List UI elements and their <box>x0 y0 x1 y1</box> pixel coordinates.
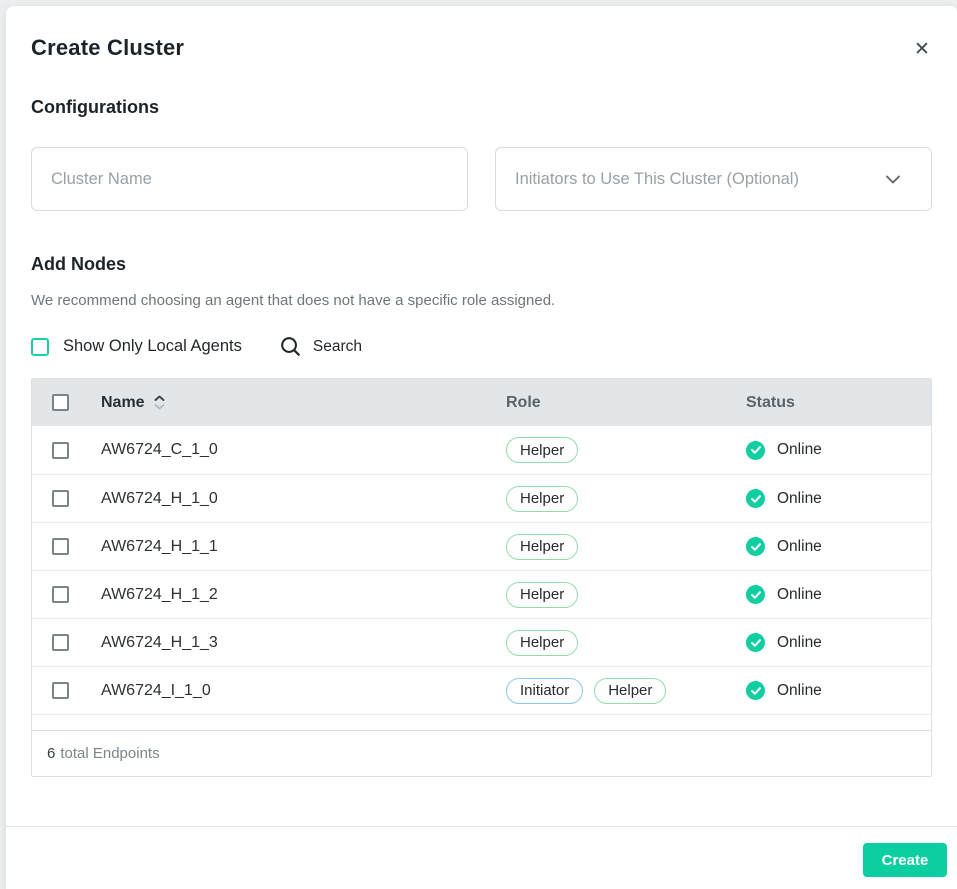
row-checkbox[interactable] <box>52 634 69 651</box>
status-cell: Online <box>746 537 931 556</box>
node-name: AW6724_C_1_0 <box>101 441 506 459</box>
role-cell: Helper <box>506 486 746 512</box>
chevron-down-icon <box>886 175 900 184</box>
row-checkbox-cell <box>32 682 101 699</box>
role-column-header: Role <box>506 394 746 412</box>
table-row: AW6724_H_1_0Helper Online <box>32 474 931 522</box>
role-badge-helper: Helper <box>506 534 578 560</box>
role-cell: Helper <box>506 534 746 560</box>
status-text: Online <box>777 441 822 459</box>
row-checkbox[interactable] <box>52 490 69 507</box>
role-badge-helper: Helper <box>506 486 578 512</box>
create-button[interactable]: Create <box>863 843 947 877</box>
endpoint-count: 6 <box>47 745 55 762</box>
status-text: Online <box>777 586 822 604</box>
online-check-icon <box>746 633 765 652</box>
table-footer: 6 total Endpoints <box>32 730 931 776</box>
table-row: AW6724_H_1_1Helper Online <box>32 522 931 570</box>
initiators-dropdown[interactable]: Initiators to Use This Cluster (Optional… <box>495 147 932 211</box>
modal-title: Create Cluster <box>31 35 932 61</box>
status-cell: Online <box>746 681 931 700</box>
name-column-header[interactable]: Name <box>101 394 506 412</box>
online-check-icon <box>746 441 765 460</box>
role-cell: Helper <box>506 582 746 608</box>
role-cell: Helper <box>506 630 746 656</box>
status-column-header: Status <box>746 394 931 412</box>
table-body: AW6724_C_1_0HelperOnlineAW6724_H_1_0Help… <box>32 426 931 714</box>
footer-divider <box>6 826 957 827</box>
role-badge-initiator: Initiator <box>506 678 583 704</box>
status-cell: Online <box>746 441 931 460</box>
node-name: AW6724_H_1_0 <box>101 490 506 508</box>
row-checkbox[interactable] <box>52 586 69 603</box>
node-name: AW6724_H_1_3 <box>101 634 506 652</box>
row-checkbox[interactable] <box>52 682 69 699</box>
online-check-icon <box>746 537 765 556</box>
show-only-local-agents-checkbox[interactable] <box>31 338 49 356</box>
online-check-icon <box>746 585 765 604</box>
table-row: AW6724_C_1_0Helper Online <box>32 426 931 474</box>
configurations-heading: Configurations <box>31 97 932 118</box>
table-header-row: Name Role Status <box>32 379 931 426</box>
status-text: Online <box>777 538 822 556</box>
search-label: Search <box>313 338 362 356</box>
status-text: Online <box>777 682 822 700</box>
select-all-checkbox[interactable] <box>52 394 69 411</box>
show-only-local-agents-label[interactable]: Show Only Local Agents <box>63 337 242 356</box>
node-name: AW6724_H_1_2 <box>101 586 506 604</box>
row-checkbox-cell <box>32 538 101 555</box>
cluster-name-input[interactable] <box>31 147 468 211</box>
close-icon: ✕ <box>914 39 930 60</box>
initiators-dropdown-label: Initiators to Use This Cluster (Optional… <box>515 170 799 189</box>
role-badge-helper: Helper <box>506 582 578 608</box>
search-icon <box>280 336 301 357</box>
row-checkbox-cell <box>32 442 101 459</box>
row-checkbox-cell <box>32 490 101 507</box>
status-text: Online <box>777 634 822 652</box>
role-badge-helper: Helper <box>594 678 666 704</box>
row-checkbox[interactable] <box>52 538 69 555</box>
header-checkbox-cell <box>32 394 101 411</box>
nodes-table: Name Role Status AW6724_C_1_0HelperOnlin… <box>31 378 932 777</box>
endpoint-count-label: total Endpoints <box>60 745 159 762</box>
role-cell: Helper <box>506 437 746 463</box>
status-cell: Online <box>746 489 931 508</box>
role-badge-helper: Helper <box>506 437 578 463</box>
online-check-icon <box>746 489 765 508</box>
configurations-inputs: Initiators to Use This Cluster (Optional… <box>31 147 932 211</box>
status-text: Online <box>777 490 822 508</box>
close-button[interactable]: ✕ <box>908 36 936 64</box>
node-name: AW6724_I_1_0 <box>101 682 506 700</box>
status-cell: Online <box>746 585 931 604</box>
search-toggle[interactable]: Search <box>280 336 362 357</box>
add-nodes-heading: Add Nodes <box>31 254 932 275</box>
sort-icon[interactable] <box>154 395 165 410</box>
table-spacer <box>32 714 931 730</box>
online-check-icon <box>746 681 765 700</box>
role-cell: Initiator Helper <box>506 678 746 704</box>
table-row: AW6724_H_1_2Helper Online <box>32 570 931 618</box>
row-checkbox-cell <box>32 634 101 651</box>
table-row: AW6724_I_1_0Initiator Helper Online <box>32 666 931 714</box>
row-checkbox[interactable] <box>52 442 69 459</box>
role-badge-helper: Helper <box>506 630 578 656</box>
create-cluster-modal: Create Cluster ✕ Configurations Initiato… <box>6 6 957 889</box>
node-name: AW6724_H_1_1 <box>101 538 506 556</box>
status-cell: Online <box>746 633 931 652</box>
add-nodes-description: We recommend choosing an agent that does… <box>31 292 932 309</box>
row-checkbox-cell <box>32 586 101 603</box>
table-controls: Show Only Local Agents Search <box>31 336 932 357</box>
table-row: AW6724_H_1_3Helper Online <box>32 618 931 666</box>
